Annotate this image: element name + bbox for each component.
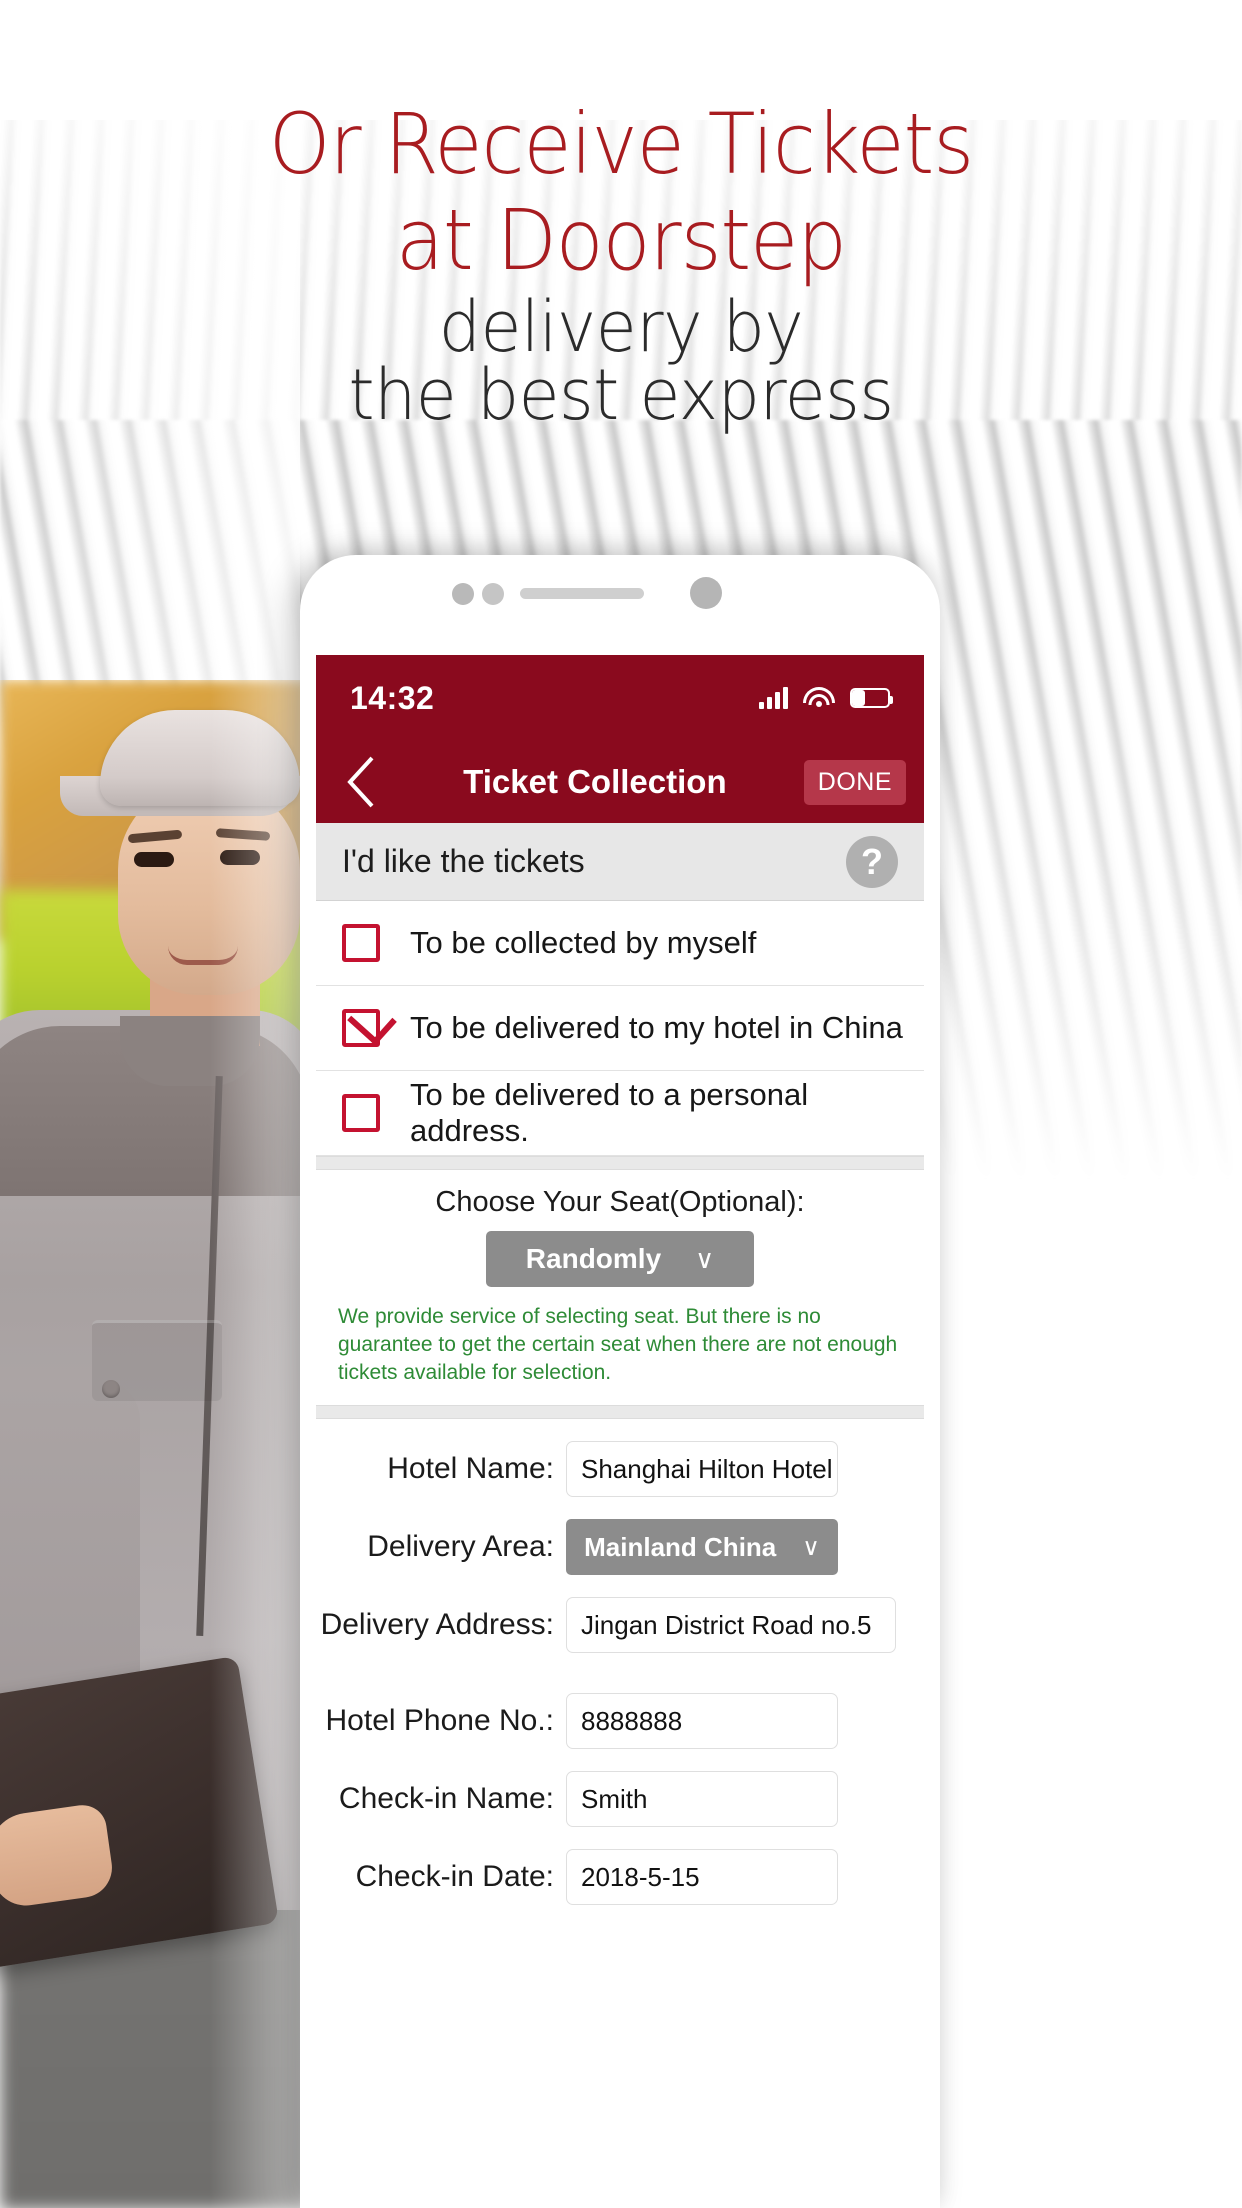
- checkbox-unchecked-icon[interactable]: [342, 924, 380, 962]
- delivery-area-label: Delivery Area:: [367, 1530, 554, 1563]
- chevron-left-icon: [347, 756, 374, 808]
- option-label: To be collected by myself: [410, 925, 757, 960]
- section-divider-2: [316, 1405, 924, 1419]
- seat-preference-dropdown[interactable]: Randomly ∨: [486, 1231, 754, 1287]
- delivery-address-input[interactable]: Jingan District Road no.5: [566, 1597, 896, 1653]
- promo-subheadline: delivery by the best express: [31, 292, 1211, 430]
- option-row-collect-myself[interactable]: To be collected by myself: [316, 901, 924, 986]
- checkin-date-label: Check-in Date:: [355, 1860, 554, 1893]
- option-label: To be delivered to a personal address.: [410, 1077, 809, 1148]
- phone-screen: 14:32 Ticket Collection DONE I'd like th…: [316, 655, 924, 2208]
- promo-headline: Or Receive Tickets at Doorstep: [43, 96, 1198, 288]
- delivery-address-label: Delivery Address:: [320, 1608, 554, 1641]
- hotel-name-input[interactable]: Shanghai Hilton Hotel: [566, 1441, 838, 1497]
- delivery-area-value: Mainland China: [584, 1531, 777, 1562]
- promo-subheadline-line2: the best express: [348, 354, 894, 436]
- wifi-icon: [803, 687, 835, 709]
- option-label: To be delivered to my hotel in China: [410, 1010, 903, 1045]
- status-icons: [759, 687, 893, 709]
- front-camera-icon: [690, 577, 722, 609]
- chevron-down-icon: ∨: [802, 1533, 820, 1561]
- seat-disclaimer-text: We provide service of selecting seat. Bu…: [338, 1305, 898, 1384]
- courier-mouth: [168, 946, 238, 965]
- section-divider: [316, 1156, 924, 1170]
- hotel-name-label: Hotel Name:: [387, 1452, 554, 1485]
- promo-headline-line1: Or Receive Tickets: [268, 95, 974, 193]
- earpiece-speaker: [520, 588, 644, 599]
- delivery-area-dropdown[interactable]: Mainland China ∨: [566, 1519, 838, 1575]
- battery-icon: [850, 688, 893, 708]
- form-row-checkin-date: Check-in Date: 2018-5-15: [316, 1849, 924, 1905]
- option-row-personal-address[interactable]: To be delivered to a personal address.: [316, 1071, 924, 1156]
- checkin-name-input[interactable]: Smith: [566, 1771, 838, 1827]
- form-row-hotel-name: Hotel Name: Shanghai Hilton Hotel: [316, 1441, 924, 1497]
- form-row-checkin-name: Check-in Name: Smith: [316, 1771, 924, 1827]
- navigation-bar: Ticket Collection DONE: [316, 741, 924, 823]
- done-button[interactable]: DONE: [803, 759, 906, 805]
- section-title: I'd like the tickets: [342, 843, 585, 879]
- front-sensor-icon: [452, 583, 474, 605]
- front-sensor-secondary-icon: [482, 583, 504, 605]
- hotel-phone-label: Hotel Phone No.:: [325, 1704, 554, 1737]
- page-title: Ticket Collection: [463, 763, 727, 800]
- courier-cap: [100, 710, 300, 806]
- seat-section-title: Choose Your Seat(Optional):: [435, 1186, 805, 1218]
- phone-top-bezel: [300, 555, 940, 655]
- cellular-signal-icon: [759, 687, 788, 709]
- courier-button: [102, 1380, 120, 1398]
- hotel-phone-input[interactable]: 8888888: [566, 1693, 838, 1749]
- question-mark-icon[interactable]: ?: [846, 835, 898, 888]
- checkbox-checked-icon[interactable]: [342, 1009, 380, 1047]
- courier-eye-right: [220, 850, 260, 865]
- courier-eye-left: [134, 852, 174, 867]
- delivery-form: Hotel Name: Shanghai Hilton Hotel Delive…: [316, 1419, 924, 1905]
- status-bar: 14:32: [316, 655, 924, 741]
- promo-screenshot: Or Receive Tickets at Doorstep delivery …: [0, 0, 1242, 2208]
- option-row-hotel-delivery[interactable]: To be delivered to my hotel in China: [316, 986, 924, 1071]
- seat-preference-value: Randomly: [525, 1243, 662, 1274]
- phone-device: 14:32 Ticket Collection DONE I'd like th…: [300, 555, 940, 2208]
- checkin-name-label: Check-in Name:: [338, 1782, 554, 1815]
- form-spacer: [316, 1675, 924, 1693]
- courier-collar: [120, 1016, 260, 1086]
- form-row-hotel-phone: Hotel Phone No.: 8888888: [316, 1693, 924, 1749]
- status-time: 14:32: [350, 679, 435, 716]
- promo-headline-line2: at Doorstep: [396, 191, 847, 289]
- chevron-down-icon: ∨: [695, 1243, 715, 1274]
- section-header: I'd like the tickets ?: [316, 823, 924, 901]
- form-row-delivery-address: Delivery Address: Jingan District Road n…: [316, 1597, 924, 1653]
- form-row-delivery-area: Delivery Area: Mainland China ∨: [316, 1519, 924, 1575]
- checkbox-unchecked-icon[interactable]: [342, 1094, 380, 1132]
- checkin-date-input[interactable]: 2018-5-15: [566, 1849, 838, 1905]
- courier-photo: [0, 680, 310, 2208]
- seat-selection-section: Choose Your Seat(Optional): Randomly ∨ W…: [316, 1170, 924, 1405]
